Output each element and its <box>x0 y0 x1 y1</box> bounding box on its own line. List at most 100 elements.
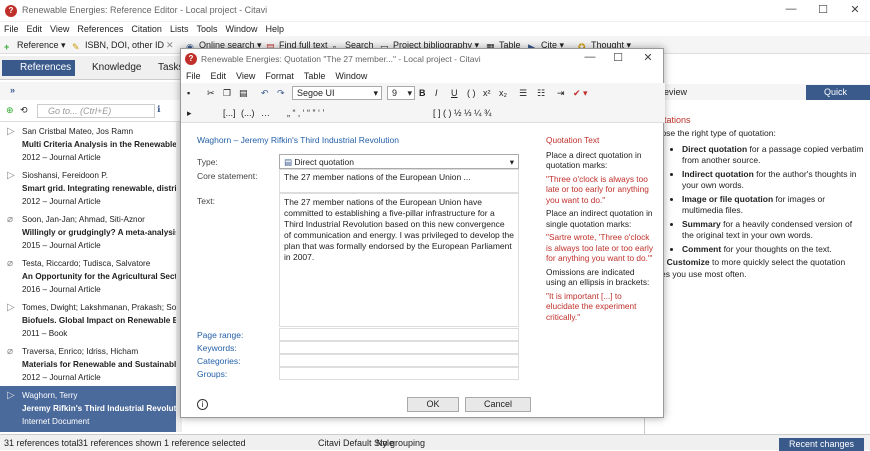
dialog-maximize-icon[interactable]: ☐ <box>603 51 633 67</box>
menu-window[interactable]: Window <box>330 69 372 83</box>
menu-view[interactable]: View <box>46 22 73 36</box>
citavi-logo-icon: ? <box>185 53 197 65</box>
italic-icon[interactable]: I <box>435 87 438 99</box>
title-bar: ? Renewable Energies: Reference Editor -… <box>0 0 870 22</box>
isbn-button[interactable]: ✎ ISBN, DOI, other ID <box>72 39 164 52</box>
bullet-list-icon[interactable]: ☰ <box>519 87 527 99</box>
menu-file[interactable]: File <box>181 69 206 83</box>
core-statement-input[interactable]: The 27 member nations of the European Un… <box>279 169 519 193</box>
attachment-icon: ⌀ <box>7 346 14 357</box>
dialog-close-icon[interactable]: ✕ <box>633 51 663 67</box>
numbered-list-icon[interactable]: ☷ <box>537 87 545 99</box>
redo-icon[interactable]: ↷ <box>277 87 285 99</box>
maximize-icon[interactable]: ☐ <box>808 3 838 19</box>
categories-label[interactable]: Categories: <box>197 356 240 366</box>
filter-icon[interactable]: ⊕ <box>6 105 14 116</box>
insert-symbol-icon[interactable]: ▸ <box>187 107 192 119</box>
menu-table[interactable]: Table <box>299 69 331 83</box>
quotation-type-list: Direct quotation for a passage copied ve… <box>682 144 864 256</box>
recent-changes-button[interactable]: Recent changes <box>778 438 864 451</box>
status-grouping[interactable]: No grouping <box>376 438 425 448</box>
groups-label[interactable]: Groups: <box>197 369 227 379</box>
wand-icon: ✎ <box>72 41 80 52</box>
type-select[interactable]: ▤ Direct quotation ▾ <box>279 154 519 169</box>
menu-help[interactable]: Help <box>261 22 288 36</box>
tab-knowledge[interactable]: Knowledge <box>74 60 145 76</box>
list-item[interactable]: ⌀ Testa, Riccardo; Tudisca, Salvatore An O… <box>0 254 176 298</box>
ellipsis-bracket-icon[interactable]: [...] <box>223 107 236 119</box>
brackets-icon[interactable]: ( ) <box>467 87 476 99</box>
list-item[interactable]: ▷ Sioshansi, Fereidoon P. Smart grid. Inte… <box>0 166 176 210</box>
subscript-icon[interactable]: x₂ <box>499 87 507 99</box>
underline-icon[interactable]: U <box>451 87 458 99</box>
nav-bar: References Knowledge Tasks <box>0 56 184 80</box>
close-toolbar-icon[interactable]: ✕ <box>166 39 174 51</box>
font-size-select[interactable]: 9 ▾ <box>387 86 415 100</box>
citavi-logo-icon: ? <box>5 5 17 17</box>
attachment-icon: ⌀ <box>7 214 14 225</box>
goto-input[interactable]: Go to... (Ctrl+E) <box>37 104 155 118</box>
menu-window[interactable]: Window <box>221 22 261 36</box>
reference-icon: ▷ <box>7 302 15 313</box>
cut-icon[interactable]: ✂ <box>207 87 215 99</box>
list-item: Image or file quotation for images or mu… <box>682 194 864 217</box>
reference-link[interactable]: Waghorn – Jeremy Rifkin's Third Industri… <box>197 135 399 145</box>
indent-icon[interactable]: ⇥ <box>557 87 565 99</box>
symbols-toolbar: ▸ [...] (...) … „ “ ‚ ‘ “ ” ‘ ’ [ ] ( ) … <box>181 103 665 123</box>
dialog-title: Renewable Energies: Quotation "The 27 me… <box>201 54 481 64</box>
menu-edit[interactable]: Edit <box>206 69 232 83</box>
menu-view[interactable]: View <box>231 69 260 83</box>
status-shown: 31 references shown <box>78 438 162 448</box>
left-toolbar: » <box>0 82 182 100</box>
font-family-select[interactable]: Segoe UI ▾ <box>292 86 382 100</box>
brackets-icon[interactable]: [ ] ( ) ½ ⅓ ¼ ¾ <box>433 107 492 119</box>
menu-file[interactable]: File <box>0 22 23 36</box>
minimize-icon[interactable]: — <box>776 3 806 19</box>
dialog-title-bar: ? Renewable Energies: Quotation "The 27 … <box>181 49 665 69</box>
keywords-label[interactable]: Keywords: <box>197 343 237 353</box>
list-item[interactable]: ⌀ Traversa, Enrico; Idriss, Hicham Materia… <box>0 342 176 386</box>
groups-input[interactable] <box>279 367 519 380</box>
quotes-icon[interactable]: „ “ ‚ ‘ “ ” ‘ ’ <box>287 107 325 119</box>
ok-button[interactable]: OK <box>407 397 459 412</box>
core-statement-label: Core statement: <box>197 171 258 181</box>
paste-icon[interactable]: ▤ <box>239 87 248 99</box>
menu-tools[interactable]: Tools <box>192 22 221 36</box>
menu-edit[interactable]: Edit <box>23 22 47 36</box>
dialog-minimize-icon[interactable]: — <box>575 51 605 67</box>
menu-citation[interactable]: Citation <box>127 22 166 36</box>
add-reference-button[interactable]: + Reference ▾ <box>4 39 66 52</box>
type-label: Type: <box>197 157 218 167</box>
spellcheck-icon[interactable]: ✔ ▾ <box>573 87 588 99</box>
sort-icon[interactable]: ⟲ <box>20 105 28 116</box>
categories-input[interactable] <box>279 354 519 367</box>
plus-icon: + <box>4 41 10 52</box>
info-icon[interactable]: ℹ <box>157 104 160 115</box>
list-item[interactable]: ▷ Tomes, Dwight; Lakshmanan, Prakash; Son… <box>0 298 176 342</box>
expand-icon[interactable]: » <box>10 85 15 95</box>
undo-icon[interactable]: ↶ <box>261 87 269 99</box>
save-icon[interactable]: ▪ <box>187 87 190 99</box>
list-item[interactable]: ⌀ Soon, Jan-Jan; Ahmad, Siti-Aznor Willing… <box>0 210 176 254</box>
menu-references[interactable]: References <box>73 22 127 36</box>
ellipsis-paren-icon[interactable]: (...) <box>241 107 255 119</box>
list-item[interactable]: ▷ San Cristbal Mateo, Jos Ramn Multi Crite… <box>0 122 176 166</box>
attachment-icon: ⌀ <box>7 258 14 269</box>
quick-help-button[interactable]: Quick Help <box>806 85 870 112</box>
superscript-icon[interactable]: x² <box>483 87 491 99</box>
menu-format[interactable]: Format <box>260 69 299 83</box>
page-range-label[interactable]: Page range: <box>197 330 243 340</box>
keywords-input[interactable] <box>279 341 519 354</box>
quotation-text-input[interactable]: The 27 member nations of the European Un… <box>279 193 519 327</box>
info-icon[interactable]: i <box>197 399 208 410</box>
menu-lists[interactable]: Lists <box>166 22 193 36</box>
list-item: Comment for your thoughts on the text. <box>682 244 864 256</box>
list-item-selected[interactable]: ▷ Waghorn, Terry Jeremy Rifkin's Third Ind… <box>0 386 176 432</box>
page-range-input[interactable] <box>279 328 519 341</box>
bold-icon[interactable]: B <box>419 87 426 99</box>
copy-icon[interactable]: ❐ <box>223 87 231 99</box>
tab-references[interactable]: References <box>2 60 76 76</box>
close-icon[interactable]: ✕ <box>840 3 870 19</box>
cancel-button[interactable]: Cancel <box>465 397 531 412</box>
ellipsis-icon[interactable]: … <box>261 107 270 119</box>
